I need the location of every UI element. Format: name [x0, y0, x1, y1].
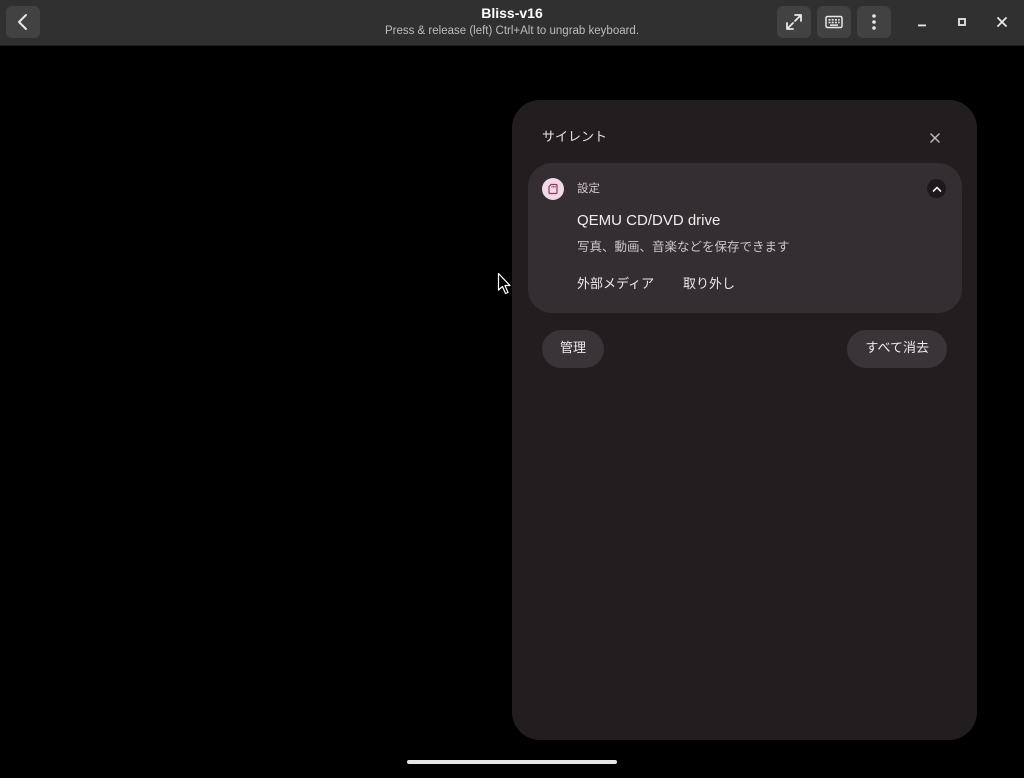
mouse-pointer-icon	[497, 272, 511, 295]
app-icon-badge	[542, 178, 564, 200]
expand-arrows-icon	[786, 14, 802, 30]
window-titlebar: Bliss-v16 Press & release (left) Ctrl+Al…	[0, 0, 1024, 46]
close-icon	[930, 133, 940, 143]
notification-text: 写真、動画、音楽などを保存できます	[577, 239, 790, 254]
minimize-button[interactable]	[905, 6, 939, 38]
keyboard-icon	[825, 15, 843, 29]
notification-title: QEMU CD/DVD drive	[577, 212, 721, 229]
keyboard-button[interactable]	[817, 6, 851, 38]
kebab-menu-icon	[872, 14, 876, 30]
window-close-button[interactable]	[985, 6, 1019, 38]
shade-heading: サイレント	[542, 130, 608, 145]
clear-all-button[interactable]: すべて消去	[847, 330, 947, 368]
gesture-nav-handle[interactable]	[407, 760, 617, 764]
chevron-up-icon	[932, 186, 941, 192]
maximize-button[interactable]	[945, 6, 979, 38]
sd-card-icon	[548, 183, 558, 195]
minimize-icon	[918, 24, 926, 27]
eject-action[interactable]: 取り外し	[683, 276, 735, 294]
notification-shade: サイレント 設定 QEMU CD/DVD drive 写真、動画、音楽などを保存…	[512, 100, 977, 740]
manage-button[interactable]: 管理	[542, 330, 605, 368]
maximize-icon	[958, 18, 966, 26]
notification-card[interactable]: 設定 QEMU CD/DVD drive 写真、動画、音楽などを保存できます 外…	[528, 163, 962, 313]
collapse-notification-button[interactable]	[927, 179, 946, 198]
close-icon	[997, 17, 1007, 27]
overflow-menu-button[interactable]	[857, 6, 891, 38]
shade-close-button[interactable]	[924, 128, 946, 148]
external-media-action[interactable]: 外部メディア	[577, 276, 654, 294]
notification-app-name: 設定	[577, 181, 600, 195]
fullscreen-button[interactable]	[777, 6, 811, 38]
